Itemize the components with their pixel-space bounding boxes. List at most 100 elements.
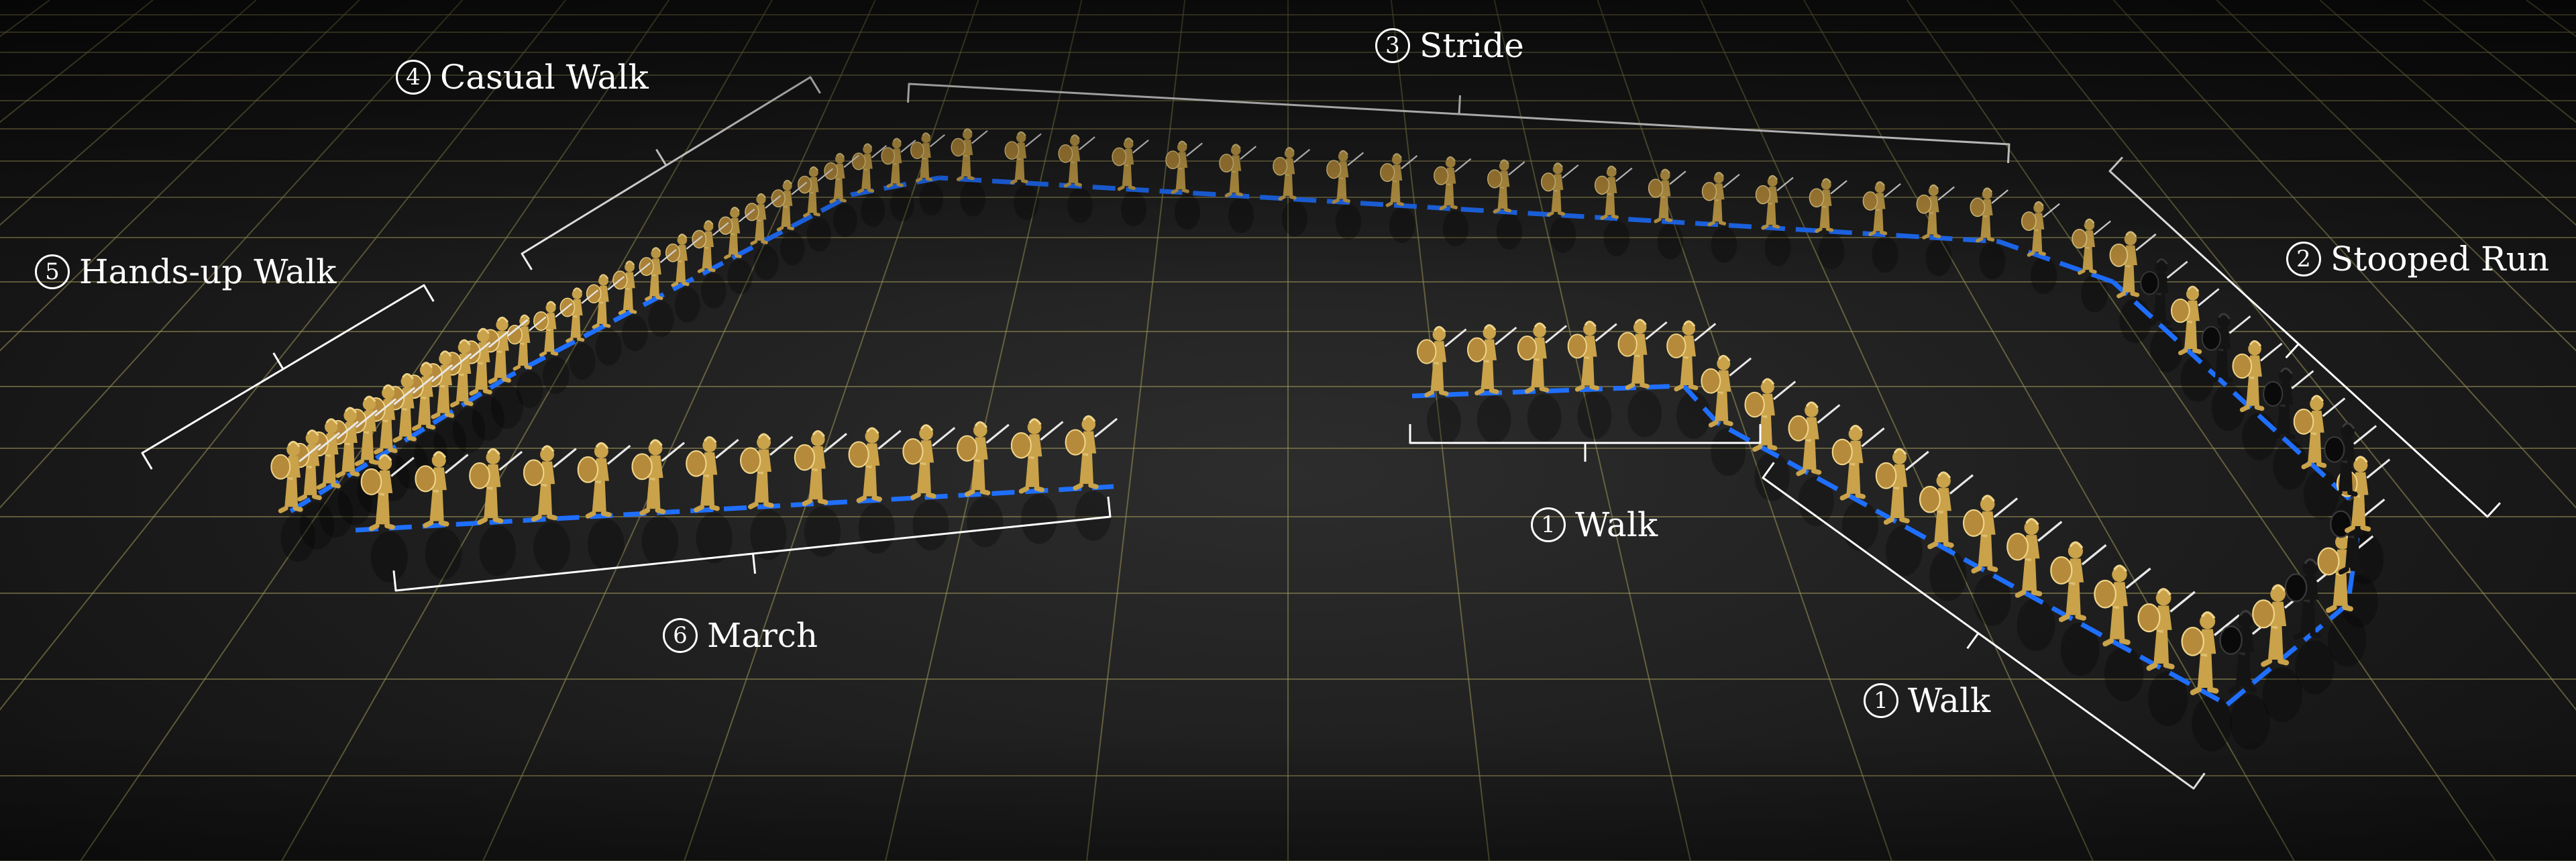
figure-shadow (674, 287, 700, 323)
figure-shadow (569, 343, 596, 380)
figure-shadow (1120, 191, 1146, 227)
figure-shadow (595, 329, 622, 366)
soldier-figure (1466, 324, 1517, 396)
soldier-figure (1165, 140, 1203, 195)
figure-shadow (919, 182, 944, 216)
figure-shadow (858, 503, 895, 554)
figure-shadow (1075, 491, 1112, 541)
figure-shadow (967, 497, 1004, 548)
figure-shadow (1527, 393, 1562, 442)
figure-shadow (2017, 598, 2055, 652)
label-walk-diagonal: 1 Walk (1864, 680, 1990, 721)
label-walk-inner: 1 Walk (1531, 505, 1658, 545)
soldier-figure (1540, 162, 1579, 217)
figure-shadow (1841, 501, 1878, 552)
soldier-figure (1875, 448, 1929, 525)
soldier-figure (1617, 319, 1668, 390)
soldier-figure (1755, 174, 1794, 230)
figure-shadow (912, 500, 949, 551)
soldier-figure (631, 439, 685, 516)
label-casual-walk: 4 Casual Walk (396, 57, 649, 97)
figure-shadow (1496, 213, 1523, 250)
soldier-figure (1487, 159, 1525, 214)
figure-shadow (425, 528, 462, 580)
figure-shadow (1335, 204, 1362, 240)
soldier-figure (1788, 401, 1841, 476)
soldier-figure (1219, 144, 1256, 198)
soldier-figure (523, 445, 577, 522)
segment-number-badge: 1 (1531, 507, 1566, 542)
figure-shadow (806, 217, 831, 252)
figure-shadow (1603, 220, 1630, 256)
label-hands-up-walk: 5 Hands-up Walk (35, 252, 336, 292)
soldier-figure (1831, 424, 1885, 501)
segment-number-badge: 3 (1375, 28, 1410, 63)
figure-shadow (1228, 197, 1254, 234)
segment-number-badge: 4 (396, 60, 431, 95)
soldier-figure (1916, 184, 1955, 240)
figure-shadow (1764, 230, 1791, 266)
segment-number-badge: 2 (2286, 242, 2321, 276)
figure-shadow (1818, 233, 1845, 270)
segment-number-badge: 1 (1864, 683, 1898, 718)
soldier-figure (1273, 147, 1311, 201)
figure-shadow (370, 531, 408, 583)
segment-bracket (521, 76, 821, 270)
soldier-figure (910, 132, 945, 183)
soldier-figure (1962, 495, 2019, 574)
segment-label-text: Walk (1908, 681, 1991, 720)
soldier-figure (851, 143, 888, 194)
figure-shadow (2030, 257, 2057, 295)
figure-shadow (1426, 397, 1461, 446)
soldier-figure (957, 421, 1010, 497)
segment-label-text: March (707, 616, 818, 655)
soldier-figure (951, 128, 988, 181)
figure-shadow (1442, 210, 1469, 246)
figure-shadow (1711, 226, 1737, 263)
segment-number-badge: 5 (35, 254, 70, 289)
figure-shadow (621, 315, 648, 352)
figure-shadow (280, 513, 316, 562)
figure-shadow (648, 301, 674, 338)
figure-shadow (2192, 695, 2233, 752)
soldier-figure (1970, 187, 2008, 243)
soldier-figure (2006, 517, 2063, 598)
soldier-figure (902, 424, 956, 500)
figure-shadow (1021, 494, 1057, 544)
soldier-figure (2072, 218, 2111, 275)
figure-shadow (780, 231, 805, 266)
soldier-figure (1112, 138, 1149, 191)
figure-shadow (833, 203, 857, 238)
soldier-figure (2094, 564, 2151, 647)
soldier-figure (577, 442, 631, 519)
figure-shadow (533, 521, 570, 573)
crowd-scene (0, 0, 2576, 861)
figure-shadow (804, 506, 841, 557)
soldier-figure (1648, 168, 1686, 223)
figure-shadow (727, 259, 753, 295)
segment-label-text: Walk (1575, 505, 1658, 544)
figure-shadow (1577, 392, 1612, 440)
figure-shadow (1389, 207, 1415, 244)
figure-shadow (1627, 390, 1662, 438)
soldier-figure (1862, 181, 1901, 236)
label-march: 6 March (663, 615, 818, 656)
soldier-figure (1065, 415, 1118, 491)
soldier-figure (1744, 378, 1796, 452)
figure-shadow (861, 193, 885, 227)
soldier-figure (1417, 325, 1467, 398)
figure-shadow (890, 188, 914, 221)
figure-shadow (1281, 201, 1308, 237)
soldier-figure (2021, 201, 2060, 257)
figure-shadow (641, 515, 679, 567)
soldier-figure (1594, 165, 1633, 220)
segment-label-text: Stride (1419, 26, 1524, 65)
soldier-figure (1809, 178, 1847, 234)
segment-label-text: Casual Walk (440, 58, 649, 97)
soldier-figure (1434, 156, 1472, 211)
soldier-figure (794, 430, 847, 507)
figure-shadow (2242, 412, 2277, 460)
soldier-figure (740, 433, 794, 509)
segment-number-badge: 6 (663, 618, 698, 653)
label-stooped-run: 2 Stooped Run (2286, 239, 2549, 279)
